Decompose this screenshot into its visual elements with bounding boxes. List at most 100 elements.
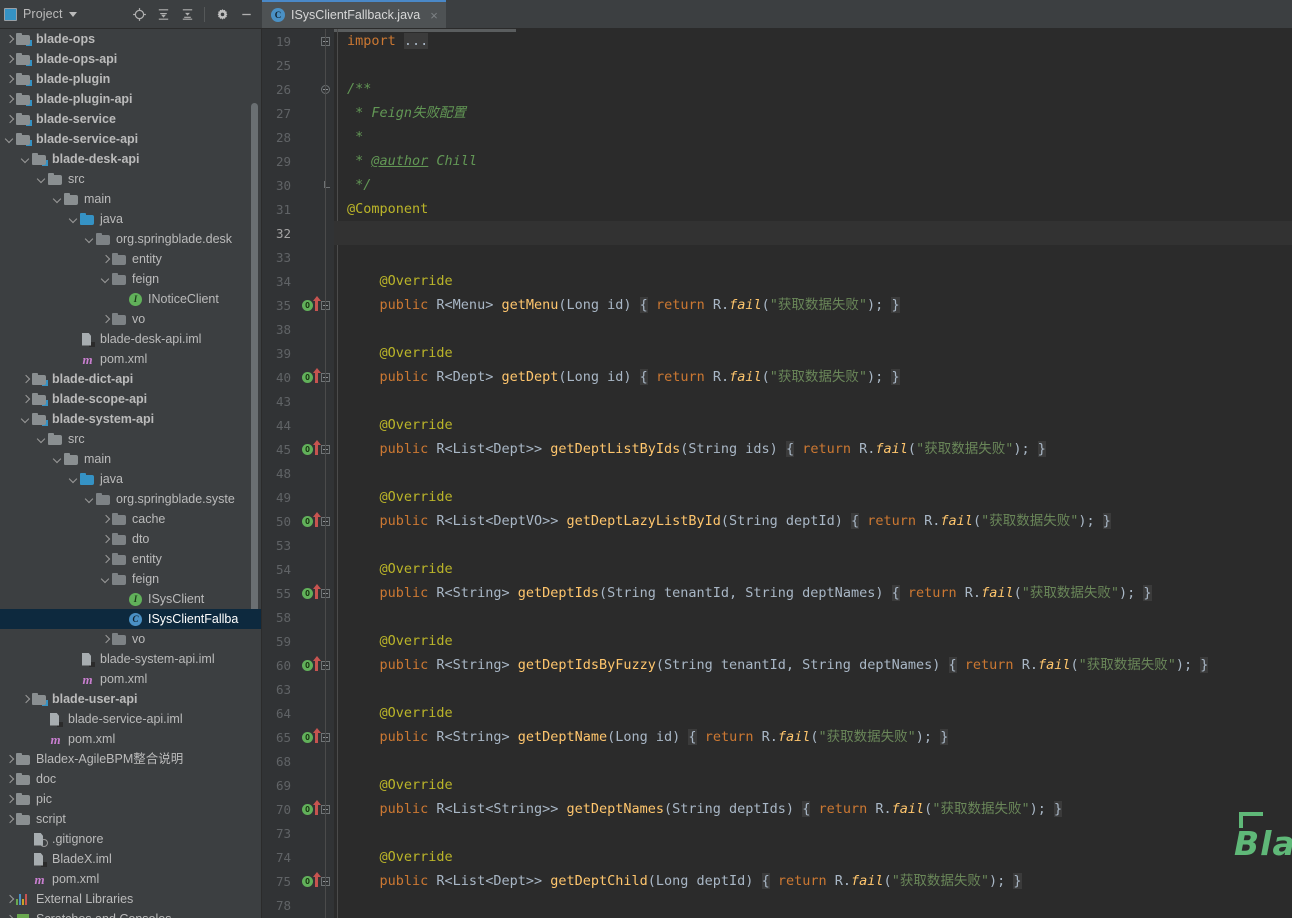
code-line[interactable]: */ bbox=[334, 173, 1292, 197]
code-line[interactable]: @Override bbox=[334, 845, 1292, 869]
code-line[interactable]: @Override bbox=[334, 629, 1292, 653]
tree-row[interactable]: doc bbox=[0, 769, 261, 789]
override-method-icon[interactable]: O bbox=[302, 515, 313, 527]
tree-row[interactable]: vo bbox=[0, 629, 261, 649]
editor-horizontal-scrollbar[interactable] bbox=[334, 29, 516, 32]
expand-all-icon[interactable] bbox=[152, 3, 174, 25]
implementing-method-arrow-icon[interactable] bbox=[312, 368, 321, 383]
gutter-line[interactable]: 50 O bbox=[262, 509, 334, 533]
gutter-line[interactable]: 33 bbox=[262, 245, 334, 269]
code-line[interactable]: @Override bbox=[334, 557, 1292, 581]
tree-row[interactable]: blade-dict-api bbox=[0, 369, 261, 389]
collapse-all-icon[interactable] bbox=[176, 3, 198, 25]
chevron-right-icon[interactable] bbox=[4, 54, 15, 65]
chevron-right-icon[interactable] bbox=[4, 94, 15, 105]
chevron-down-icon[interactable] bbox=[84, 494, 95, 505]
gutter-line[interactable]: 26 bbox=[262, 77, 334, 101]
gutter-line[interactable]: 60 O bbox=[262, 653, 334, 677]
settings-gear-icon[interactable] bbox=[211, 3, 233, 25]
code-line[interactable]: public R<List<DeptVO>> getDeptLazyListBy… bbox=[334, 509, 1292, 533]
gutter-line[interactable]: 55 O bbox=[262, 581, 334, 605]
gutter-line[interactable]: 63 bbox=[262, 677, 334, 701]
gutter-line[interactable]: 30 bbox=[262, 173, 334, 197]
override-method-icon[interactable]: O bbox=[302, 299, 313, 311]
gutter-line[interactable]: 44 bbox=[262, 413, 334, 437]
chevron-down-icon[interactable] bbox=[52, 194, 63, 205]
tree-row[interactable]: feign bbox=[0, 269, 261, 289]
chevron-right-icon[interactable] bbox=[4, 114, 15, 125]
gutter-line[interactable]: 59 bbox=[262, 629, 334, 653]
chevron-right-icon[interactable] bbox=[4, 794, 15, 805]
tree-row[interactable]: script bbox=[0, 809, 261, 829]
chevron-right-icon[interactable] bbox=[4, 814, 15, 825]
chevron-right-icon[interactable] bbox=[4, 894, 15, 905]
chevron-down-icon[interactable] bbox=[68, 11, 77, 17]
editor-gutter[interactable]: 19 25 26 27 28 29 30 31 32 33 34 35 O 38 39 40 O 43 44 45 O 4… bbox=[262, 29, 334, 918]
chevron-right-icon[interactable] bbox=[4, 754, 15, 765]
gutter-line[interactable]: 69 bbox=[262, 773, 334, 797]
tree-row[interactable]: cache bbox=[0, 509, 261, 529]
gutter-line[interactable]: 43 bbox=[262, 389, 334, 413]
tree-row[interactable]: m pom.xml bbox=[0, 729, 261, 749]
project-tree[interactable]: blade-ops blade-ops-api blade-plugin blade-… bbox=[0, 29, 262, 918]
chevron-right-icon[interactable] bbox=[4, 914, 15, 918]
tree-row[interactable]: org.springblade.desk bbox=[0, 229, 261, 249]
code-line[interactable]: public R<List<Dept>> getDeptChild(Long d… bbox=[334, 869, 1292, 893]
code-line[interactable]: * bbox=[334, 125, 1292, 149]
tree-row[interactable]: blade-scope-api bbox=[0, 389, 261, 409]
override-method-icon[interactable]: O bbox=[302, 731, 313, 743]
chevron-right-icon[interactable] bbox=[100, 514, 111, 525]
code-line[interactable]: @Component bbox=[334, 197, 1292, 221]
chevron-down-icon[interactable] bbox=[36, 434, 47, 445]
chevron-down-icon[interactable] bbox=[100, 574, 111, 585]
gutter-line[interactable]: 19 bbox=[262, 29, 334, 53]
code-line[interactable]: @Override bbox=[334, 341, 1292, 365]
chevron-right-icon[interactable] bbox=[100, 634, 111, 645]
gutter-line[interactable]: 40 O bbox=[262, 365, 334, 389]
tree-row[interactable]: blade-ops bbox=[0, 29, 261, 49]
gutter-line[interactable]: 35 O bbox=[262, 293, 334, 317]
code-line[interactable] bbox=[334, 533, 1292, 557]
tree-row[interactable]: blade-service-api.iml bbox=[0, 709, 261, 729]
code-line[interactable] bbox=[334, 821, 1292, 845]
gutter-line[interactable]: 39 bbox=[262, 341, 334, 365]
code-line[interactable]: * Feign失败配置 bbox=[334, 101, 1292, 125]
tree-row[interactable]: m pom.xml bbox=[0, 869, 261, 889]
override-method-icon[interactable]: O bbox=[302, 443, 313, 455]
tree-row[interactable]: C ISysClientFallba bbox=[0, 609, 261, 629]
hide-toolwindow-icon[interactable] bbox=[235, 3, 257, 25]
gutter-line[interactable]: 58 bbox=[262, 605, 334, 629]
chevron-right-icon[interactable] bbox=[4, 74, 15, 85]
editor-code-area[interactable]: Blade技术社区 import ... /** * Feign失败配置 * *… bbox=[334, 29, 1292, 918]
gutter-line[interactable]: 68 bbox=[262, 749, 334, 773]
code-line[interactable]: public R<Dept> getDept(Long id) { return… bbox=[334, 365, 1292, 389]
override-method-icon[interactable]: O bbox=[302, 659, 313, 671]
code-line[interactable] bbox=[334, 317, 1292, 341]
chevron-right-icon[interactable] bbox=[100, 534, 111, 545]
implementing-method-arrow-icon[interactable] bbox=[312, 296, 321, 311]
tree-row[interactable]: blade-service bbox=[0, 109, 261, 129]
gutter-line[interactable]: 45 O bbox=[262, 437, 334, 461]
implementing-method-arrow-icon[interactable] bbox=[312, 584, 321, 599]
chevron-down-icon[interactable] bbox=[100, 274, 111, 285]
gutter-line[interactable]: 53 bbox=[262, 533, 334, 557]
gutter-line[interactable]: 27 bbox=[262, 101, 334, 125]
tree-row[interactable]: I ISysClient bbox=[0, 589, 261, 609]
tree-row[interactable]: blade-plugin bbox=[0, 69, 261, 89]
tree-row[interactable]: java bbox=[0, 209, 261, 229]
gutter-line[interactable]: 78 bbox=[262, 893, 334, 917]
tree-row[interactable]: pic bbox=[0, 789, 261, 809]
gutter-line[interactable]: 70 O bbox=[262, 797, 334, 821]
locate-target-icon[interactable] bbox=[128, 3, 150, 25]
tree-row[interactable]: External Libraries bbox=[0, 889, 261, 909]
code-line[interactable]: public R<List<String>> getDeptNames(Stri… bbox=[334, 797, 1292, 821]
gutter-line[interactable]: 28 bbox=[262, 125, 334, 149]
chevron-right-icon[interactable] bbox=[4, 34, 15, 45]
code-line[interactable]: public R<Menu> getMenu(Long id) { return… bbox=[334, 293, 1292, 317]
tree-row[interactable]: blade-desk-api.iml bbox=[0, 329, 261, 349]
chevron-right-icon[interactable] bbox=[20, 694, 31, 705]
gutter-line[interactable]: 38 bbox=[262, 317, 334, 341]
chevron-down-icon[interactable] bbox=[20, 154, 31, 165]
tree-row[interactable]: m pom.xml bbox=[0, 349, 261, 369]
tree-row[interactable]: m pom.xml bbox=[0, 669, 261, 689]
